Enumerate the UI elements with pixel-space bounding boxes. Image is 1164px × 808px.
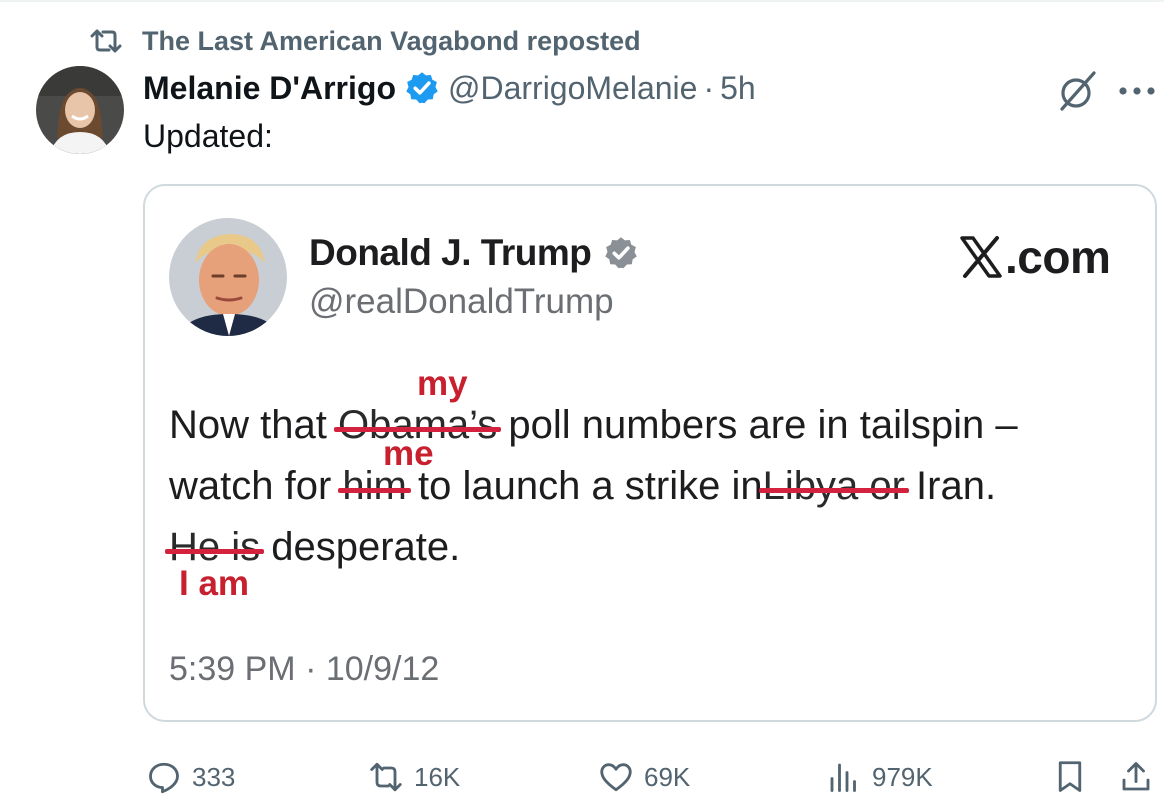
- author-avatar[interactable]: [36, 66, 124, 154]
- correction-my: my: [417, 364, 468, 403]
- quoted-text-segment: poll numbers are in tailspin –: [497, 403, 1018, 447]
- share-icon: [1122, 762, 1150, 791]
- reply-icon: [149, 762, 179, 794]
- share-button[interactable]: [1118, 754, 1164, 800]
- struck-word-libya: Libya or: [758, 461, 910, 511]
- quoted-text-segment: Iran.: [904, 464, 997, 508]
- views-icon: [830, 763, 856, 792]
- separator: ·: [703, 69, 715, 106]
- correction-me: me: [383, 434, 434, 473]
- x-com-logo: .com: [959, 230, 1111, 284]
- views-button[interactable]: 979K: [826, 754, 933, 800]
- bookmark-icon: [1058, 761, 1082, 792]
- quoted-line-2: watch for him to launch a strike inLibya…: [169, 461, 996, 511]
- reply-count: 333: [192, 761, 236, 792]
- post-text: Updated:: [143, 118, 273, 154]
- quoted-text-segment: desperate.: [260, 525, 461, 569]
- quoted-text-segment: to launch a strike in: [406, 464, 763, 508]
- post-time[interactable]: 5h: [720, 70, 756, 107]
- grok-icon[interactable]: [1054, 68, 1100, 114]
- repost-button[interactable]: 16K: [368, 754, 460, 800]
- repost-count: 16K: [414, 761, 461, 792]
- quoted-post-card[interactable]: Donald J. Trump @realDonaldTrump .com No…: [143, 184, 1157, 722]
- quoted-handle: @realDonaldTrump: [309, 282, 614, 321]
- quoted-text-segment: watch for: [169, 464, 343, 508]
- quoted-timestamp: 5:39 PM · 10/9/12: [169, 650, 440, 688]
- quoted-author: Donald J. Trump: [309, 232, 639, 274]
- top-divider: [0, 0, 1164, 2]
- quoted-avatar: [169, 218, 287, 336]
- x-com-label: .com: [1005, 231, 1111, 283]
- like-count: 69K: [644, 761, 691, 792]
- like-button[interactable]: 69K: [598, 754, 690, 800]
- repost-indicator[interactable]: The Last American Vagabond reposted: [88, 24, 641, 58]
- quoted-author-name: Donald J. Trump: [309, 232, 592, 273]
- author-handle[interactable]: @DarrigoMelanie: [448, 70, 697, 107]
- correction-i-am: I am: [179, 564, 250, 603]
- views-count: 979K: [872, 761, 933, 792]
- quoted-line-1: Now that Obama’s poll numbers are in tai…: [169, 400, 1018, 450]
- bookmark-button[interactable]: [1052, 754, 1098, 800]
- repost-label: The Last American Vagabond reposted: [142, 25, 641, 56]
- repost-icon: [90, 29, 122, 53]
- action-bar: 333 16K 69K 979K: [0, 754, 1164, 800]
- reply-button[interactable]: 333: [146, 754, 235, 800]
- quoted-verified-icon: [605, 237, 638, 269]
- more-options-icon[interactable]: [1116, 84, 1160, 98]
- x-logo-icon: [960, 236, 1002, 278]
- verified-badge-icon[interactable]: [404, 70, 440, 106]
- quoted-text-segment: Now that: [169, 403, 338, 447]
- heart-icon: [600, 763, 632, 792]
- author-name[interactable]: Melanie D'Arrigo: [143, 70, 396, 107]
- repost-action-icon: [370, 762, 402, 792]
- post-header: Melanie D'Arrigo @DarrigoMelanie · 5h: [143, 66, 756, 110]
